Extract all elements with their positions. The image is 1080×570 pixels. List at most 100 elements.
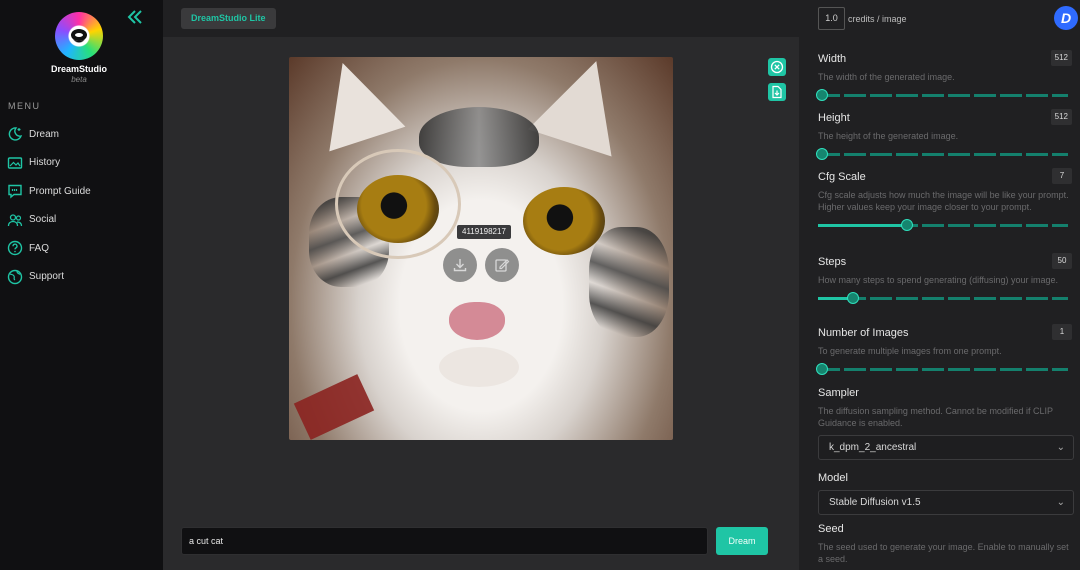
steps-slider[interactable]	[814, 292, 1070, 304]
chat-quote-icon	[8, 185, 22, 199]
setting-description: The seed used to generate your image. En…	[818, 542, 1069, 564]
seed-tag: 4119198217	[457, 225, 511, 239]
cfg-scale-setting: Cfg Scale 7 Cfg scale adjusts how much t…	[818, 168, 1074, 231]
setting-description: How many steps to spend generating (diff…	[818, 275, 1058, 285]
setting-description: Cfg scale adjusts how much the image wil…	[818, 190, 1069, 212]
clear-image-button[interactable]	[768, 58, 786, 76]
double-chevron-left-icon	[127, 10, 142, 24]
user-avatar[interactable]: D	[1054, 6, 1078, 30]
chevron-down-icon: ⌄	[1056, 497, 1065, 508]
sidebar-item-prompt-guide[interactable]: Prompt Guide	[7, 177, 157, 206]
cfg-scale-slider[interactable]	[814, 219, 1070, 231]
select-value: Stable Diffusion v1.5	[829, 497, 921, 508]
setting-value[interactable]: 512	[1050, 50, 1072, 66]
image-detail	[419, 107, 539, 167]
slider-track	[818, 94, 1068, 97]
people-icon	[7, 214, 23, 226]
chevron-down-icon: ⌄	[1056, 442, 1065, 453]
slider-thumb[interactable]	[816, 89, 828, 101]
download-image-button[interactable]	[443, 248, 477, 282]
logo[interactable]: DreamStudio beta	[48, 12, 110, 84]
credits-value: 1.0	[818, 7, 845, 30]
credits-label: credits / image	[848, 13, 907, 24]
moon-sparkle-icon	[8, 127, 23, 141]
setting-title: Height	[818, 112, 850, 124]
menu-label: MENU	[8, 101, 41, 111]
width-slider[interactable]	[814, 89, 1070, 101]
globe-icon	[7, 269, 23, 284]
app-root: DreamStudio beta MENU Dream History Prom…	[0, 0, 1080, 570]
image-detail	[589, 227, 669, 337]
steps-setting: Steps 50 How many steps to spend generat…	[818, 253, 1074, 304]
sidebar-nav: Dream History Prompt Guide Social FAQ Su…	[7, 120, 157, 291]
dreamstudio-logo-icon	[55, 12, 103, 60]
height-slider[interactable]	[814, 148, 1070, 160]
topbar: DreamStudio Lite 1.0 credits / image D	[163, 0, 1080, 37]
download-icon	[453, 259, 467, 272]
setting-description: The height of the generated image.	[818, 131, 959, 141]
brand-badge[interactable]: DreamStudio Lite	[181, 8, 276, 29]
setting-value[interactable]: 1	[1052, 324, 1072, 340]
sidebar-item-label: Support	[29, 271, 65, 283]
seed-setting: Seed The seed used to generate your imag…	[818, 523, 1074, 565]
setting-description: To generate multiple images from one pro…	[818, 346, 1002, 356]
image-detail	[439, 347, 519, 387]
image-detail	[449, 302, 505, 340]
sampler-setting: Sampler The diffusion sampling method. C…	[818, 387, 1074, 460]
select-value: k_dpm_2_ancestral	[829, 442, 917, 453]
file-download-icon	[772, 85, 782, 99]
setting-title: Steps	[818, 256, 847, 268]
setting-description: The diffusion sampling method. Cannot be…	[818, 406, 1053, 428]
edit-image-button[interactable]	[485, 248, 519, 282]
sidebar-item-faq[interactable]: FAQ	[7, 234, 157, 263]
save-image-button[interactable]	[768, 83, 786, 101]
setting-value[interactable]: 7	[1052, 168, 1072, 184]
collapse-sidebar-button[interactable]	[126, 8, 146, 28]
number-of-images-setting: Number of Images 1 To generate multiple …	[816, 324, 1074, 375]
setting-value[interactable]: 50	[1052, 253, 1072, 269]
logo-title: DreamStudio	[50, 64, 107, 74]
close-circle-icon	[770, 60, 784, 74]
generated-image[interactable]: 4119198217	[289, 57, 673, 440]
image-detail	[527, 57, 639, 157]
sidebar-item-label: Prompt Guide	[29, 185, 91, 197]
model-setting: Model Stable Diffusion v1.5 ⌄	[818, 472, 1074, 515]
sidebar: DreamStudio beta MENU Dream History Prom…	[0, 0, 163, 570]
setting-value[interactable]: 512	[1050, 109, 1072, 125]
prompt-input[interactable]: a cut cat	[181, 527, 708, 555]
setting-title: Sampler	[818, 387, 859, 399]
main-canvas: 4119198217 a cut cat Dream	[163, 37, 799, 570]
image-detail	[523, 187, 605, 255]
image-gallery-icon	[7, 157, 23, 169]
image-detail	[335, 149, 461, 259]
sidebar-item-support[interactable]: Support	[7, 263, 157, 292]
slider-thumb[interactable]	[816, 148, 828, 160]
sidebar-item-social[interactable]: Social	[7, 206, 157, 235]
logo-subtitle: beta	[71, 75, 87, 84]
settings-panel: Width 512 The width of the generated ima…	[799, 37, 1080, 570]
sidebar-item-label: Dream	[29, 128, 60, 140]
number-of-images-slider[interactable]	[814, 363, 1070, 375]
setting-title: Cfg Scale	[818, 171, 866, 183]
sidebar-item-dream[interactable]: Dream	[7, 120, 157, 149]
setting-title: Model	[818, 472, 848, 484]
credits-indicator: 1.0 credits / image	[818, 7, 907, 30]
question-circle-icon	[7, 241, 23, 256]
edit-icon	[495, 259, 510, 272]
width-setting: Width 512 The width of the generated ima…	[816, 50, 1074, 101]
sampler-select[interactable]: k_dpm_2_ancestral ⌄	[818, 435, 1074, 460]
slider-track	[818, 153, 1068, 156]
slider-thumb[interactable]	[847, 292, 860, 304]
slider-thumb[interactable]	[816, 363, 828, 375]
sidebar-item-label: FAQ	[29, 242, 50, 254]
model-select[interactable]: Stable Diffusion v1.5 ⌄	[818, 490, 1074, 515]
slider-track	[818, 368, 1068, 371]
slider-thumb[interactable]	[900, 219, 913, 231]
height-setting: Height 512 The height of the generated i…	[816, 109, 1074, 160]
sidebar-item-history[interactable]: History	[7, 149, 157, 178]
setting-title: Width	[818, 53, 847, 65]
slider-fill	[818, 297, 850, 300]
image-detail	[304, 57, 406, 152]
dream-button[interactable]: Dream	[716, 527, 768, 555]
setting-title: Seed	[818, 523, 844, 535]
